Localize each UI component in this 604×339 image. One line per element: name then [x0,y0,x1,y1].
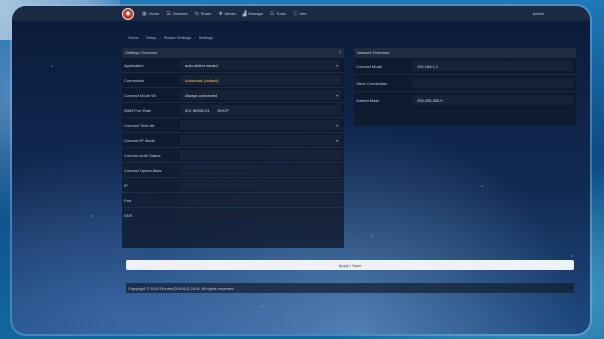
field-value: 192.168.1.1 [417,63,439,69]
connect-mode-value[interactable]: 192.168.1.1 [412,61,573,71]
nav-item-label: Manage [248,11,263,16]
breadcrumb-separator: › [159,35,161,40]
help-icon[interactable]: ? [339,50,341,55]
port-field[interactable] [180,195,341,205]
application-select[interactable]: auto-detect wizard ▾ [180,60,341,70]
network-row-subnet: Subnet Mask 255.255.255.0 [354,91,576,108]
field-label: Application [124,62,144,68]
network-panel-header: Network Overview [354,48,576,57]
info-icon: ⓘ [292,11,298,17]
nav-item-network[interactable]: ☰ Network [166,11,187,17]
chevron-down-icon: ▾ [335,122,338,128]
router-logo-icon[interactable]: ◉ [122,7,134,20]
network-row-other-connection: Other Connection [354,74,576,91]
field-value: Automatic (default) [185,77,219,83]
settings-row-option-alias: Connect Option Alias [122,162,344,177]
field-label: Connect Auth Status [124,152,161,158]
breadcrumb-setup[interactable]: Setup [146,35,156,40]
wan-port-field[interactable]: IEC 60950-21 DHCP [180,105,341,115]
field-value: auto-detect wizard [185,62,218,68]
nav-item-media[interactable]: ✚ Media [218,11,235,17]
nav-item-manage[interactable]: ▟ Manage [243,11,263,17]
network-row-connect-mode: Connect Mode 192.168.1.1 [354,57,576,74]
breadcrumb-separator: › [141,35,144,40]
tools-icon: ☷ [269,10,275,17]
field-value: 255.255.255.0 [417,97,443,103]
media-icon: ✚ [218,10,223,17]
settings-row-connect-mode: Connect Mode Wi Always connected ▾ [122,87,344,102]
settings-row-port: Port [122,192,344,207]
settings-row-application: Application auto-detect wizard ▾ [122,57,344,72]
field-label: Port [124,197,132,203]
app-window: ◉ ▦ Home ☰ Network ⇆ Share ✚ Media ▟ Man… [12,6,590,334]
settings-row-wan-port: WAN Port Rate IEC 60950-21 DHCP [122,102,344,117]
settings-panel-header: Settings Overview ? [122,48,344,57]
nav-item-label: Home [148,11,160,16]
field-label: Connect IP Mode [124,137,155,143]
connect-ip-select[interactable]: ▾ [180,135,341,145]
settings-row-ip: IP [122,177,344,192]
user-menu[interactable]: Admin [533,11,544,16]
connect-mode-select[interactable]: Always connected ▾ [180,90,341,100]
nav-item-share[interactable]: ⇆ Share [195,11,212,17]
nav-item-label: Share [200,11,212,16]
settings-row-connect-time: Connect Time Alt ▾ [122,117,344,132]
breadcrumb: Home › Setup › Router Settings › Setting… [128,35,213,40]
chevron-down-icon: ▾ [335,137,338,143]
other-connection-value[interactable] [412,78,573,88]
settings-row-dns: DNS [122,207,344,222]
field-label: WAN Port Rate [124,107,152,113]
field-label: DNS [124,212,133,218]
nav-item-tools[interactable]: ☷ Tools [270,11,286,17]
breadcrumb-home[interactable]: Home [128,35,139,40]
auth-status-field[interactable] [180,150,341,160]
chart-icon: ▟ [242,10,247,17]
ip-field[interactable] [180,180,341,190]
settings-panel-title: Settings Overview [125,50,158,55]
settings-panel: Settings Overview ? Application auto-det… [122,48,344,248]
field-label: Connect Time Alt [124,122,155,128]
chevron-down-icon: ▾ [335,92,338,98]
field-label: Connect Mode Wi [124,92,156,98]
network-panel-title: Network Overview [357,50,390,55]
field-label: Connect Option Alias [124,167,162,173]
network-panel: Network Overview Connect Mode 192.168.1.… [354,48,576,126]
nav-item-label: Network [172,11,188,16]
breadcrumb-separator: › [194,35,196,40]
field-value: Always connected [185,92,218,98]
share-icon: ⇆ [194,10,199,17]
nav-item-label: Media [224,11,236,16]
nav-item-label: Info [299,11,307,16]
option-alias-field[interactable] [180,165,341,175]
save-button[interactable]: Apply / Save [126,260,574,270]
settings-row-connection: Connection Automatic (default) [122,72,344,87]
field-label: IP [124,182,128,188]
breadcrumb-router-settings[interactable]: Router Settings [164,35,192,40]
field-label: Connection [124,77,145,83]
settings-row-connect-ip: Connect IP Mode ▾ [122,132,344,147]
subnet-value[interactable]: 255.255.255.0 [412,95,573,105]
nav-item-label: Tools [276,11,286,16]
settings-row-auth-status: Connect Auth Status [122,147,344,162]
field-label: Other Connection [356,80,388,86]
field-label: Subnet Mask [356,97,380,103]
footer-copyright: Copyright © 2014 Router(DLK512) 2014. Al… [126,283,574,293]
field-value: IEC 60950-21 DHCP [185,107,229,113]
nav-item-info[interactable]: ⓘ Info [293,10,307,17]
connect-time-select[interactable]: ▾ [180,120,341,130]
top-navigation-bar: ◉ ▦ Home ☰ Network ⇆ Share ✚ Media ▟ Man… [12,6,590,21]
nav-item-home[interactable]: ▦ Home [142,11,159,17]
network-icon: ☰ [166,10,171,17]
home-icon: ▦ [142,10,147,17]
breadcrumb-current: Settings [198,35,214,40]
connection-field[interactable]: Automatic (default) [180,75,341,85]
field-label: Connect Mode [356,63,383,69]
chevron-down-icon: ▾ [335,62,338,68]
dns-field[interactable] [180,210,341,220]
